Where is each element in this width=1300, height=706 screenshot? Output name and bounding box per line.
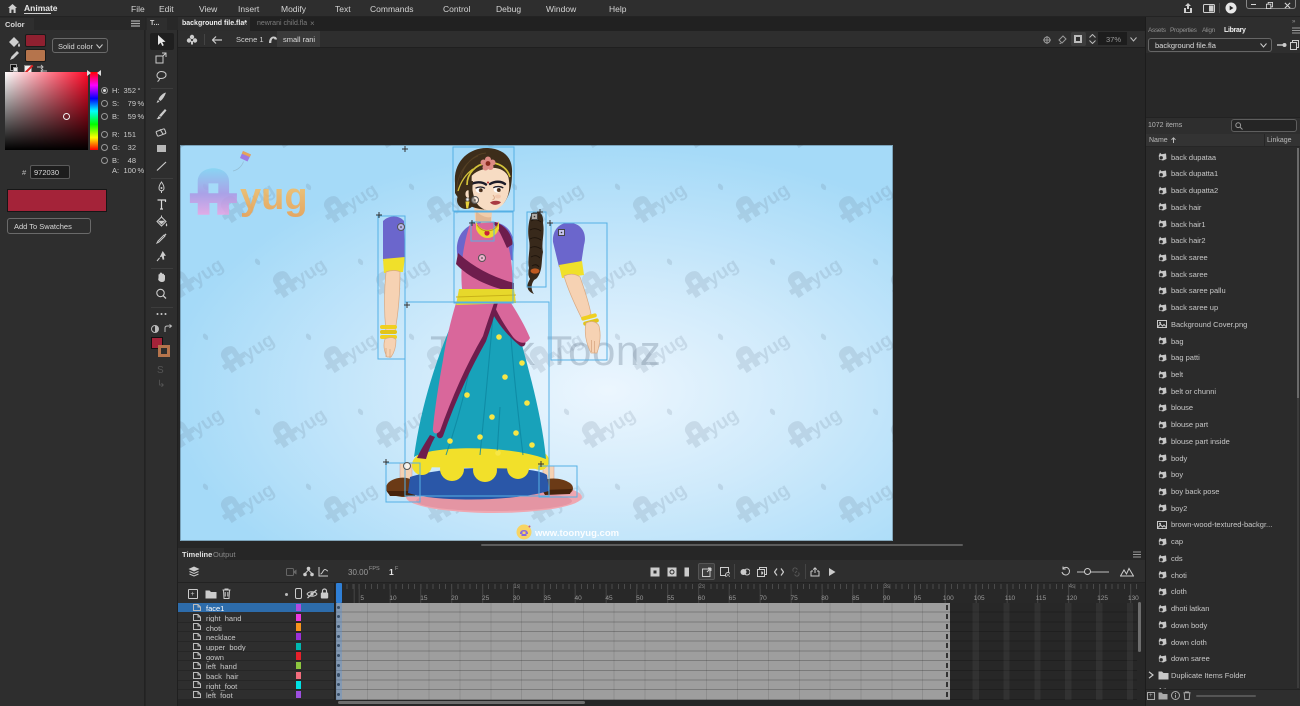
svg-text:www.toonyug.com: www.toonyug.com — [534, 528, 619, 539]
svg-text:yug: yug — [240, 176, 308, 218]
